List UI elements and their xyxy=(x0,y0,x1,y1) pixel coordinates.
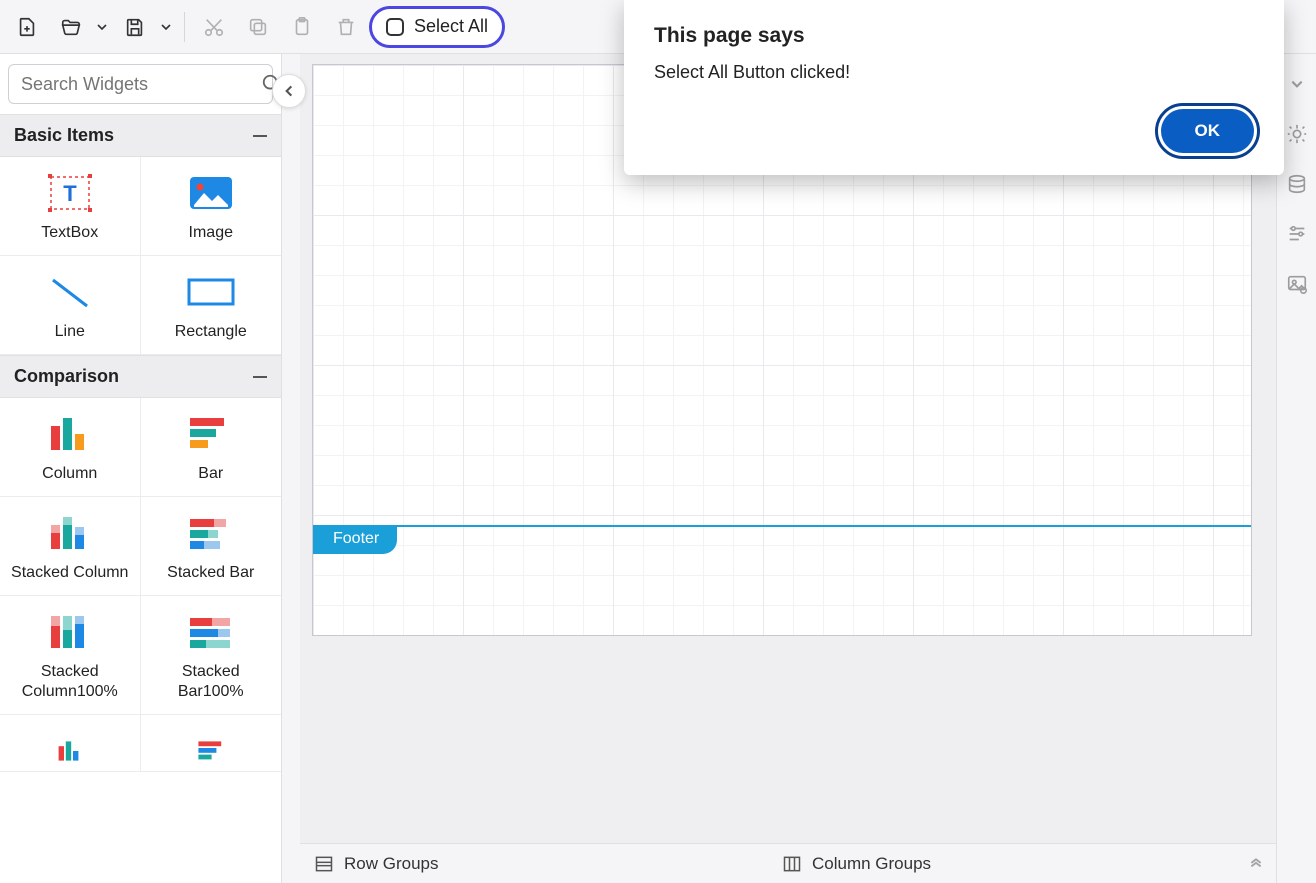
widget-stacked-bar-label: Stacked Bar xyxy=(167,563,254,583)
widget-line-label: Line xyxy=(55,322,85,342)
stacked-bar-icon xyxy=(183,513,239,553)
widget-stacked-column[interactable]: Stacked Column xyxy=(0,497,141,596)
widget-column[interactable]: Column xyxy=(0,398,141,497)
svg-text:T: T xyxy=(63,181,77,206)
stacked-bar-100-icon xyxy=(183,612,239,652)
group-basic-items[interactable]: Basic Items xyxy=(0,114,281,157)
widget-stacked-bar-100[interactable]: Stacked Bar100% xyxy=(141,596,282,715)
widget-textbox[interactable]: T TextBox xyxy=(0,157,141,256)
alert-dialog: This page says Select All Button clicked… xyxy=(624,0,1284,175)
textbox-icon: T xyxy=(42,173,98,213)
search-input-field[interactable] xyxy=(21,74,253,95)
column-groups-icon xyxy=(782,854,802,874)
widget-bar[interactable]: Bar xyxy=(141,398,282,497)
select-all-label: Select All xyxy=(414,16,488,37)
rectangle-icon xyxy=(183,272,239,312)
widget-partial-1[interactable] xyxy=(0,715,141,772)
select-all-button[interactable]: Select All xyxy=(369,6,505,48)
data-icon[interactable] xyxy=(1283,170,1311,198)
row-groups-panel[interactable]: Row Groups xyxy=(300,854,768,874)
image-icon xyxy=(183,173,239,213)
toolbar-separator xyxy=(184,12,185,42)
footer-label: Footer xyxy=(333,530,379,547)
widget-stacked-column-100-label: Stacked Column100% xyxy=(8,662,132,702)
widget-line[interactable]: Line xyxy=(0,256,141,355)
dialog-ok-button[interactable]: OK xyxy=(1161,109,1255,153)
report-footer[interactable]: Footer xyxy=(313,525,1251,635)
widget-sidebar: Basic Items T TextBox Image Line xyxy=(0,54,282,883)
group-basic-title: Basic Items xyxy=(14,125,114,146)
new-file-button[interactable] xyxy=(6,6,48,48)
stacked-column-icon xyxy=(42,513,98,553)
row-groups-label: Row Groups xyxy=(344,854,438,874)
open-file-button[interactable] xyxy=(50,6,92,48)
right-rail xyxy=(1276,54,1316,883)
line-icon xyxy=(42,272,98,312)
properties-icon[interactable] xyxy=(1283,120,1311,148)
widget-stacked-column-label: Stacked Column xyxy=(11,563,128,583)
collapse-icon xyxy=(253,376,267,378)
delete-button[interactable] xyxy=(325,6,367,48)
widget-rectangle-label: Rectangle xyxy=(175,322,247,342)
dialog-title: This page says xyxy=(654,24,1254,48)
search-widgets-input[interactable] xyxy=(8,64,273,104)
dialog-message: Select All Button clicked! xyxy=(654,62,1254,83)
chart-icon xyxy=(183,731,239,771)
widget-stacked-bar[interactable]: Stacked Bar xyxy=(141,497,282,596)
widget-partial-2[interactable] xyxy=(141,715,282,772)
widget-column-label: Column xyxy=(42,464,97,484)
widget-rectangle[interactable]: Rectangle xyxy=(141,256,282,355)
dialog-ok-label: OK xyxy=(1195,121,1221,140)
row-groups-icon xyxy=(314,854,334,874)
expand-groups-button[interactable] xyxy=(1236,857,1276,871)
stacked-column-100-icon xyxy=(42,612,98,652)
footer-divider xyxy=(313,525,1251,527)
group-comparison[interactable]: Comparison xyxy=(0,355,281,398)
chart-icon xyxy=(42,731,98,771)
paste-button[interactable] xyxy=(281,6,323,48)
group-comparison-title: Comparison xyxy=(14,366,119,387)
save-file-dropdown[interactable] xyxy=(156,6,176,48)
column-groups-label: Column Groups xyxy=(812,854,931,874)
widget-image[interactable]: Image xyxy=(141,157,282,256)
groups-bar: Row Groups Column Groups xyxy=(300,843,1276,883)
open-file-dropdown[interactable] xyxy=(92,6,112,48)
widget-stacked-bar-100-label: Stacked Bar100% xyxy=(149,662,274,702)
column-chart-icon xyxy=(42,414,98,454)
widget-image-label: Image xyxy=(189,223,233,243)
footer-tab[interactable]: Footer xyxy=(313,525,397,554)
image-manager-icon[interactable] xyxy=(1283,270,1311,298)
widget-stacked-column-100[interactable]: Stacked Column100% xyxy=(0,596,141,715)
rail-chevron[interactable] xyxy=(1283,70,1311,98)
save-file-button[interactable] xyxy=(114,6,156,48)
bar-chart-icon xyxy=(183,414,239,454)
widget-bar-label: Bar xyxy=(198,464,223,484)
copy-button[interactable] xyxy=(237,6,279,48)
select-all-icon xyxy=(386,18,404,36)
sidebar-collapse-button[interactable] xyxy=(272,74,306,108)
cut-button[interactable] xyxy=(193,6,235,48)
parameters-icon[interactable] xyxy=(1283,220,1311,248)
column-groups-panel[interactable]: Column Groups xyxy=(768,854,1236,874)
collapse-icon xyxy=(253,135,267,137)
widget-textbox-label: TextBox xyxy=(41,223,98,243)
